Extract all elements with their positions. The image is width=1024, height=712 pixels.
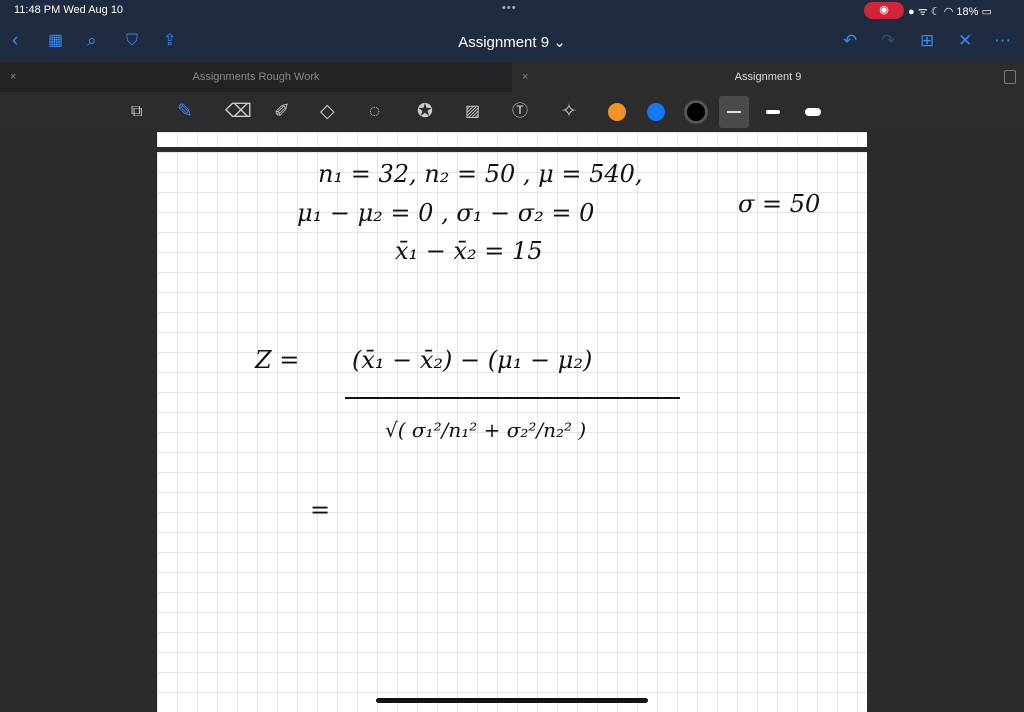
stroke-medium[interactable] <box>766 110 780 114</box>
text-icon[interactable]: Ⓣ <box>512 100 528 124</box>
formula-denominator: √( σ₁²/n₁² + σ₂²/n₂² ) <box>385 418 587 442</box>
z-label: Z = <box>255 346 300 374</box>
note-line-2: μ₁ − μ₂ = 0 , σ₁ − σ₂ = 0 <box>297 199 595 227</box>
battery-level: 18% <box>956 6 979 18</box>
note-line-3: x̄₁ − x̄₂ = 15 <box>395 237 543 265</box>
close-icon[interactable]: ✕ <box>958 30 972 52</box>
drawing-toolbar: ⧉ ✎ ⌫ ✐ ◇ ◌ ✪ ▨ Ⓣ ✧ <box>0 92 1024 132</box>
tab-assignments-rough-work[interactable]: × Assignments Rough Work <box>0 62 512 92</box>
close-tab-icon[interactable]: × <box>10 62 16 92</box>
tab-label: Assignments Rough Work <box>192 71 320 83</box>
record-icon[interactable]: ◉ <box>864 2 904 19</box>
home-indicator[interactable] <box>376 698 648 703</box>
zoom-window-icon[interactable]: ⧉ <box>131 100 142 124</box>
note-line-1: n₁ = 32, n₂ = 50 , μ = 540, <box>318 160 643 188</box>
undo-icon[interactable]: ↶ <box>843 30 857 52</box>
note-sigma: σ = 50 <box>738 190 821 218</box>
redo-icon[interactable]: ↷ <box>881 30 895 52</box>
multitask-handle[interactable]: ••• <box>502 2 517 14</box>
tab-bar: × Assignments Rough Work × Assignment 9 <box>0 62 1024 92</box>
highlighter-icon[interactable]: ✐ <box>274 100 290 124</box>
stroke-thick[interactable] <box>805 108 821 116</box>
eraser-icon[interactable]: ⌫ <box>225 100 252 124</box>
lasso-icon[interactable]: ◌ <box>369 100 380 124</box>
status-indicators: ● ᯤ ☾ ◠ 18% ▭ <box>908 6 992 18</box>
color-black-selected[interactable] <box>684 100 708 124</box>
nav-bar: ‹ ▦ ⌕ ⛉ ⇪ Assignment 9 ⌄ ↶ ↷ ⊞ ✕ ⋯ <box>0 22 1024 62</box>
equals-sign: = <box>310 496 331 524</box>
image-icon[interactable]: ▨ <box>465 100 480 124</box>
status-time: 11:48 PM Wed Aug 10 <box>14 4 124 16</box>
add-page-icon[interactable]: ⊞ <box>920 30 934 52</box>
tab-assignment-9[interactable]: × Assignment 9 <box>512 62 1024 92</box>
sidebar-toggle-icon[interactable] <box>1004 70 1016 84</box>
fraction-line <box>345 397 680 399</box>
sticker-icon[interactable]: ✪ <box>417 100 433 124</box>
stroke-thin <box>727 111 741 113</box>
shapes-icon[interactable]: ◇ <box>320 100 335 124</box>
color-orange[interactable] <box>608 103 626 121</box>
status-bar: 11:48 PM Wed Aug 10 ••• ◉ ● ᯤ ☾ ◠ 18% ▭ <box>0 0 1024 22</box>
document-title[interactable]: Assignment 9 ⌄ <box>0 33 1024 51</box>
close-tab-icon[interactable]: × <box>522 62 528 92</box>
laser-pointer-icon[interactable]: ✧ <box>561 100 577 124</box>
more-icon[interactable]: ⋯ <box>994 30 1011 52</box>
color-blue[interactable] <box>647 103 665 121</box>
tab-label: Assignment 9 <box>734 71 802 83</box>
previous-page[interactable] <box>157 132 867 147</box>
formula-numerator: (x̄₁ − x̄₂) − (μ₁ − μ₂) <box>352 346 593 374</box>
pen-icon[interactable]: ✎ <box>177 100 193 124</box>
